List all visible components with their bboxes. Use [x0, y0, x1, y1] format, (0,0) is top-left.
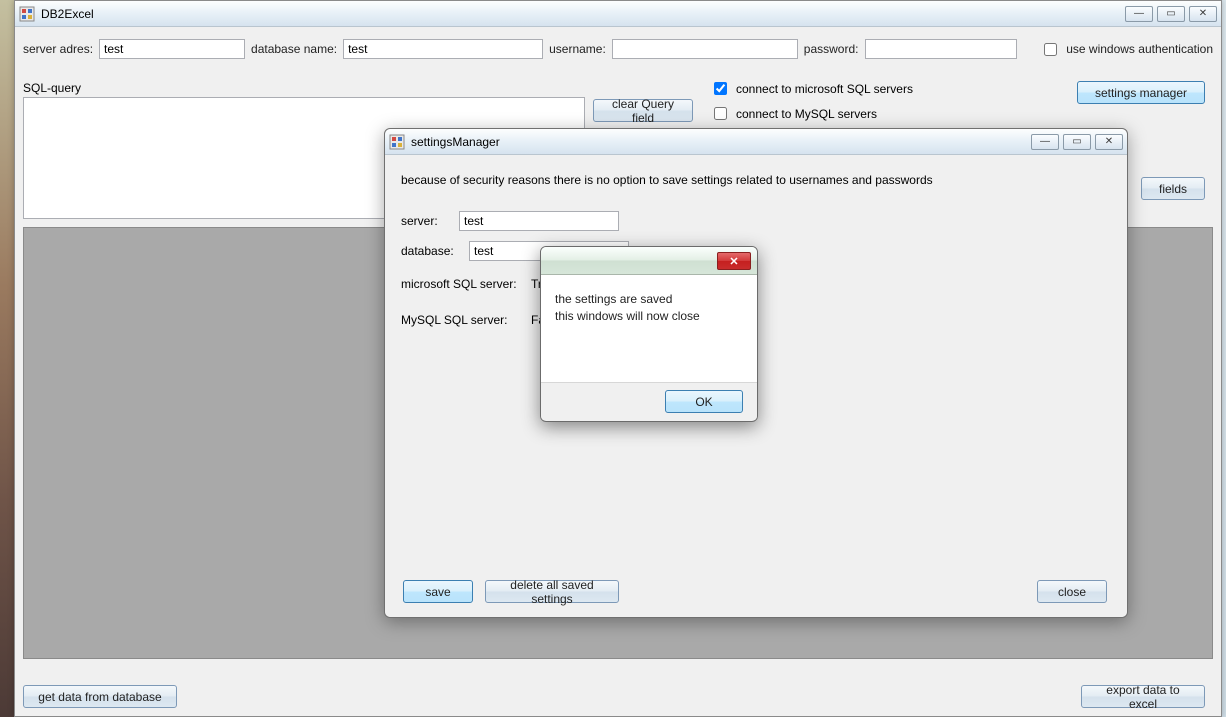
messagebox-ok-button[interactable]: OK — [665, 390, 743, 413]
settings-app-icon — [389, 134, 405, 150]
settings-maximize-button[interactable]: ▭ — [1063, 134, 1091, 150]
connect-mysql-checkbox[interactable] — [714, 107, 727, 120]
sql-query-label: SQL-query — [23, 81, 81, 95]
app-icon — [19, 6, 35, 22]
messagebox-footer: OK — [541, 382, 757, 420]
connect-mssql-checkbox[interactable] — [714, 82, 727, 95]
server-adres-input[interactable] — [99, 39, 245, 59]
close-icon: ✕ — [1199, 8, 1207, 19]
clear-query-button[interactable]: clear Query field — [593, 99, 693, 122]
sm-close-lower-button[interactable]: close — [1037, 580, 1107, 603]
maximize-button[interactable]: ▭ — [1157, 6, 1185, 22]
settings-close-button[interactable]: ✕ — [1095, 134, 1123, 150]
messagebox-line1: the settings are saved — [555, 291, 743, 308]
connect-mysql-row[interactable]: connect to MySQL servers — [710, 104, 913, 123]
connect-mysql-label: connect to MySQL servers — [736, 107, 877, 121]
settings-minimize-button[interactable]: — — [1031, 134, 1059, 150]
close-icon: ✕ — [1105, 136, 1113, 147]
password-input[interactable] — [865, 39, 1017, 59]
server-adres-label: server adres: — [23, 42, 93, 56]
maximize-icon: ▭ — [1072, 136, 1081, 147]
sm-database-label: database: — [401, 244, 459, 258]
minimize-icon: — — [1134, 8, 1144, 19]
database-name-input[interactable] — [343, 39, 543, 59]
username-input[interactable] — [612, 39, 798, 59]
close-icon: ✕ — [729, 255, 738, 268]
messagebox-line2: this windows will now close — [555, 308, 743, 325]
database-name-label: database name: — [251, 42, 337, 56]
main-titlebar[interactable]: DB2Excel — ▭ ✕ — [15, 1, 1221, 27]
messagebox-close-button[interactable]: ✕ — [717, 252, 751, 270]
connect-mssql-row[interactable]: connect to microsoft SQL servers — [710, 79, 913, 98]
desktop-wallpaper-strip — [0, 0, 14, 717]
sm-mssql-label: microsoft SQL server: — [401, 277, 521, 291]
messagebox: ✕ the settings are saved this windows wi… — [540, 246, 758, 422]
use-windows-auth-label: use windows authentication — [1066, 42, 1213, 56]
settings-manager-button[interactable]: settings manager — [1077, 81, 1205, 104]
settings-title: settingsManager — [411, 135, 500, 149]
sm-server-input[interactable] — [459, 211, 619, 231]
fields-button[interactable]: fields — [1141, 177, 1205, 200]
messagebox-titlebar[interactable]: ✕ — [541, 247, 757, 275]
settings-titlebar[interactable]: settingsManager — ▭ ✕ — [385, 129, 1127, 155]
connection-field-row: server adres: database name: username: p… — [23, 39, 1213, 59]
sm-save-button[interactable]: save — [403, 580, 473, 603]
main-title: DB2Excel — [41, 7, 94, 21]
close-main-button[interactable]: ✕ — [1189, 6, 1217, 22]
minimize-button[interactable]: — — [1125, 6, 1153, 22]
sm-server-label: server: — [401, 214, 449, 228]
sm-mysql-label: MySQL SQL server: — [401, 313, 521, 327]
server-type-checkbox-group: connect to microsoft SQL servers connect… — [710, 79, 913, 123]
use-windows-auth-row[interactable]: use windows authentication — [1040, 40, 1213, 59]
sm-delete-button[interactable]: delete all saved settings — [485, 580, 619, 603]
get-data-button[interactable]: get data from database — [23, 685, 177, 708]
use-windows-auth-checkbox[interactable] — [1044, 43, 1057, 56]
connect-mssql-label: connect to microsoft SQL servers — [736, 82, 913, 96]
messagebox-body: the settings are saved this windows will… — [541, 275, 757, 382]
export-excel-button[interactable]: export data to excel — [1081, 685, 1205, 708]
password-label: password: — [804, 42, 859, 56]
maximize-icon: ▭ — [1166, 8, 1175, 19]
security-note: because of security reasons there is no … — [401, 173, 1111, 187]
username-label: username: — [549, 42, 606, 56]
minimize-icon: — — [1040, 136, 1050, 147]
